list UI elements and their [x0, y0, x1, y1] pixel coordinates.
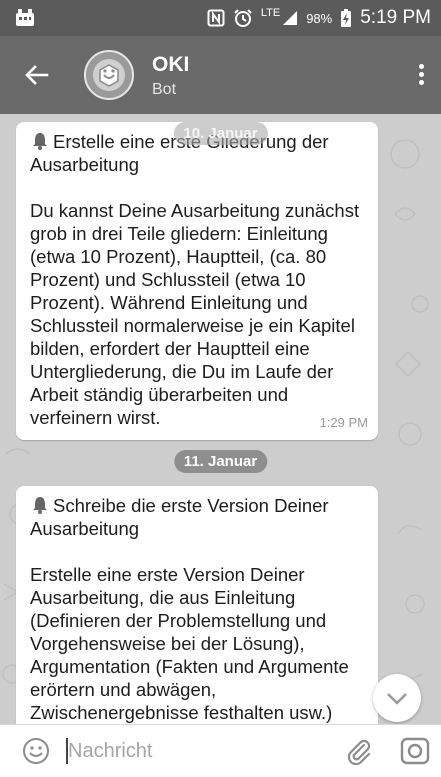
message-text: Erstelle eine erste Version Deiner Ausar…	[30, 564, 349, 723]
battery-charging-icon	[341, 9, 352, 27]
overflow-menu-icon[interactable]	[419, 64, 425, 88]
scroll-to-bottom-button[interactable]	[373, 674, 421, 722]
message-text: Du kannst Deine Ausarbeitung zunächst gr…	[30, 200, 360, 428]
paperclip-icon[interactable]	[344, 737, 374, 767]
status-bar: LTE 98% 5:19 PM	[0, 0, 441, 36]
bot-logo-icon	[93, 59, 125, 91]
chevron-down-icon	[387, 693, 407, 705]
camera-icon[interactable]	[400, 736, 430, 766]
message-bubble[interactable]: Erstelle eine erste Gliederung der Ausar…	[16, 122, 378, 440]
chat-header: OKI Bot	[0, 36, 441, 114]
message-time: 1:29 PM	[319, 415, 368, 430]
message-input[interactable]	[66, 734, 320, 768]
chat-title[interactable]: OKI	[152, 53, 189, 77]
back-arrow-icon[interactable]	[22, 60, 52, 90]
message-heading: Schreibe die erste Version Deiner Ausarb…	[30, 495, 329, 539]
date-separator: 10. Januar	[173, 122, 268, 145]
notification-app-icon	[16, 9, 34, 26]
clock: 5:19 PM	[360, 7, 431, 28]
message-list[interactable]: Erstelle eine erste Gliederung der Ausar…	[0, 114, 441, 724]
network-type-label: LTE	[260, 7, 281, 19]
message-composer	[0, 724, 441, 777]
emoji-icon[interactable]	[22, 737, 50, 765]
bell-icon	[33, 497, 47, 514]
nfc-icon	[207, 9, 225, 27]
date-separator: 11. Januar	[173, 450, 268, 473]
bell-icon	[33, 133, 47, 150]
alarm-icon	[234, 9, 252, 27]
bot-avatar[interactable]	[84, 50, 134, 100]
message-bubble[interactable]: Schreibe die erste Version Deiner Ausarb…	[16, 486, 378, 724]
chat-subtitle: Bot	[152, 81, 177, 98]
battery-percent: 98%	[306, 10, 333, 26]
signal-icon	[283, 11, 298, 25]
